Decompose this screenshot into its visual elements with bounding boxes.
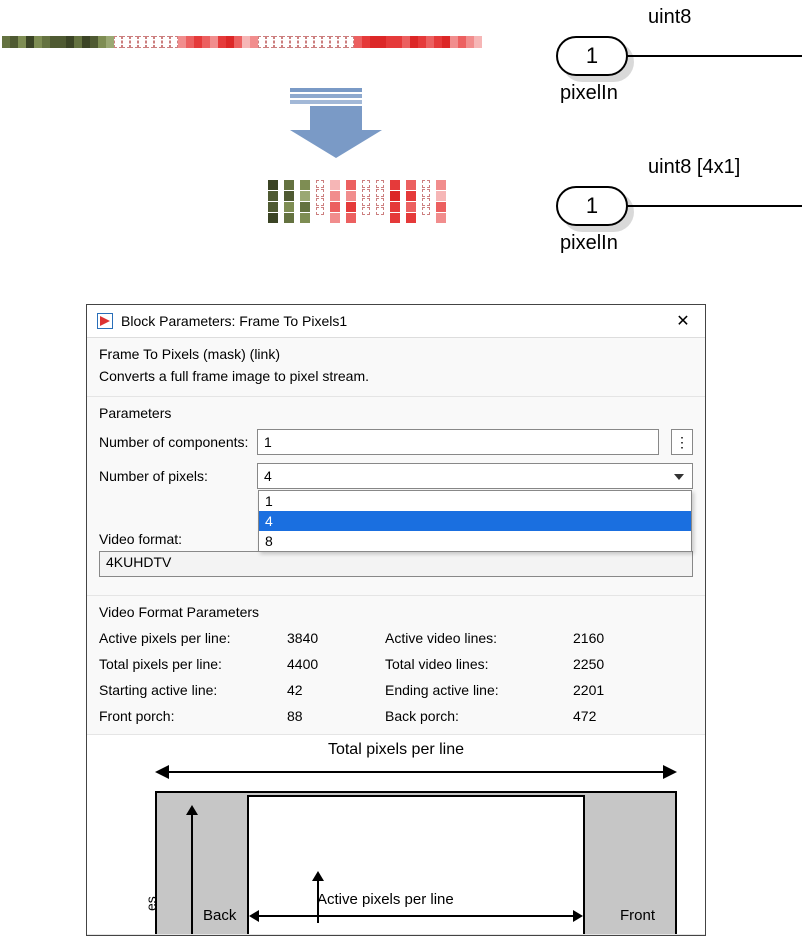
label-fp: Front porch: bbox=[99, 708, 269, 724]
close-button[interactable]: ✕ bbox=[671, 311, 695, 331]
inport-dtype: uint8 [4x1] bbox=[648, 156, 740, 179]
simulink-icon bbox=[97, 313, 113, 329]
value-tpl: 4400 bbox=[287, 656, 367, 672]
inport-oval: 1 bbox=[556, 36, 628, 76]
geo-tpl-label: Total pixels per line bbox=[87, 741, 705, 759]
label-num-components: Number of components: bbox=[99, 434, 249, 450]
label-apl: Active pixels per line: bbox=[99, 630, 269, 646]
label-avl: Active video lines: bbox=[385, 630, 555, 646]
section-title-vf: Video Format Parameters bbox=[99, 604, 693, 620]
parameters-section: Parameters Number of components: ⋮ Numbe… bbox=[87, 397, 705, 596]
dialog-title: Block Parameters: Frame To Pixels1 bbox=[121, 313, 347, 329]
block-parameters-dialog: Block Parameters: Frame To Pixels1 ✕ Fra… bbox=[86, 304, 706, 936]
dropdown-option[interactable]: 8 bbox=[259, 531, 691, 551]
inport-block-1: 1 pixelIn uint8 bbox=[556, 36, 802, 76]
inport-dtype: uint8 bbox=[648, 6, 691, 29]
pixel-strip-4x bbox=[268, 180, 446, 223]
value-sal: 42 bbox=[287, 682, 367, 698]
value-eal: 2201 bbox=[573, 682, 653, 698]
geo-apl-arrow bbox=[251, 915, 581, 917]
dropdown-option[interactable]: 4 bbox=[259, 511, 691, 531]
frame-geometry-diagram: Total pixels per line es Starting active… bbox=[87, 735, 705, 935]
mask-title: Frame To Pixels (mask) (link) bbox=[99, 346, 693, 362]
inport-label: pixelIn bbox=[560, 82, 618, 105]
inport-oval: 1 bbox=[556, 186, 628, 226]
geo-vline bbox=[191, 807, 193, 935]
geo-front-label: Front bbox=[620, 907, 655, 924]
label-bp: Back porch: bbox=[385, 708, 555, 724]
row-video-format-value: 4KUHDTV bbox=[99, 551, 693, 577]
geo-back-label: Back bbox=[203, 907, 236, 924]
input-num-components[interactable] bbox=[257, 429, 659, 455]
inport-block-2: 1 pixelIn uint8 [4x1] bbox=[556, 186, 802, 226]
select-num-pixels[interactable]: 4 1 4 8 bbox=[257, 463, 693, 489]
value-bp: 472 bbox=[573, 708, 653, 724]
mask-header: Frame To Pixels (mask) (link) Converts a… bbox=[87, 338, 705, 397]
dropdown-option[interactable]: 1 bbox=[259, 491, 691, 511]
label-sal: Starting active line: bbox=[99, 682, 269, 698]
value-apl: 3840 bbox=[287, 630, 367, 646]
dialog-titlebar: Block Parameters: Frame To Pixels1 ✕ bbox=[87, 305, 705, 338]
value-tvl: 2250 bbox=[573, 656, 653, 672]
label-video-format: Video format: bbox=[99, 531, 249, 547]
geo-apl-label: Active pixels per line bbox=[317, 891, 454, 908]
input-video-format[interactable]: 4KUHDTV bbox=[99, 551, 693, 577]
row-num-components: Number of components: ⋮ bbox=[99, 429, 693, 455]
down-arrow-icon bbox=[290, 88, 382, 158]
dropdown-num-pixels: 1 4 8 bbox=[258, 490, 692, 552]
label-tvl: Total video lines: bbox=[385, 656, 555, 672]
inport-number: 1 bbox=[586, 193, 598, 219]
vf-grid: Active pixels per line: 3840 Active vide… bbox=[99, 630, 693, 724]
more-button[interactable]: ⋮ bbox=[671, 429, 693, 455]
pixel-strip-1x bbox=[2, 36, 482, 48]
value-fp: 88 bbox=[287, 708, 367, 724]
label-tpl: Total pixels per line: bbox=[99, 656, 269, 672]
select-num-pixels-value: 4 bbox=[264, 468, 272, 484]
section-title-parameters: Parameters bbox=[99, 405, 693, 421]
mask-description: Converts a full frame image to pixel str… bbox=[99, 368, 693, 384]
geo-lines-text: es bbox=[143, 896, 159, 911]
video-format-parameters-section: Video Format Parameters Active pixels pe… bbox=[87, 596, 705, 735]
chevron-down-icon bbox=[674, 474, 684, 480]
geo-tpl-arrow bbox=[157, 771, 675, 773]
value-avl: 2160 bbox=[573, 630, 653, 646]
row-num-pixels: Number of pixels: 4 1 4 8 bbox=[99, 463, 693, 489]
inport-number: 1 bbox=[586, 43, 598, 69]
label-num-pixels: Number of pixels: bbox=[99, 468, 249, 484]
label-eal: Ending active line: bbox=[385, 682, 555, 698]
inport-label: pixelIn bbox=[560, 232, 618, 255]
geo-inner-frame bbox=[247, 795, 585, 935]
video-format-value: 4KUHDTV bbox=[106, 554, 171, 570]
